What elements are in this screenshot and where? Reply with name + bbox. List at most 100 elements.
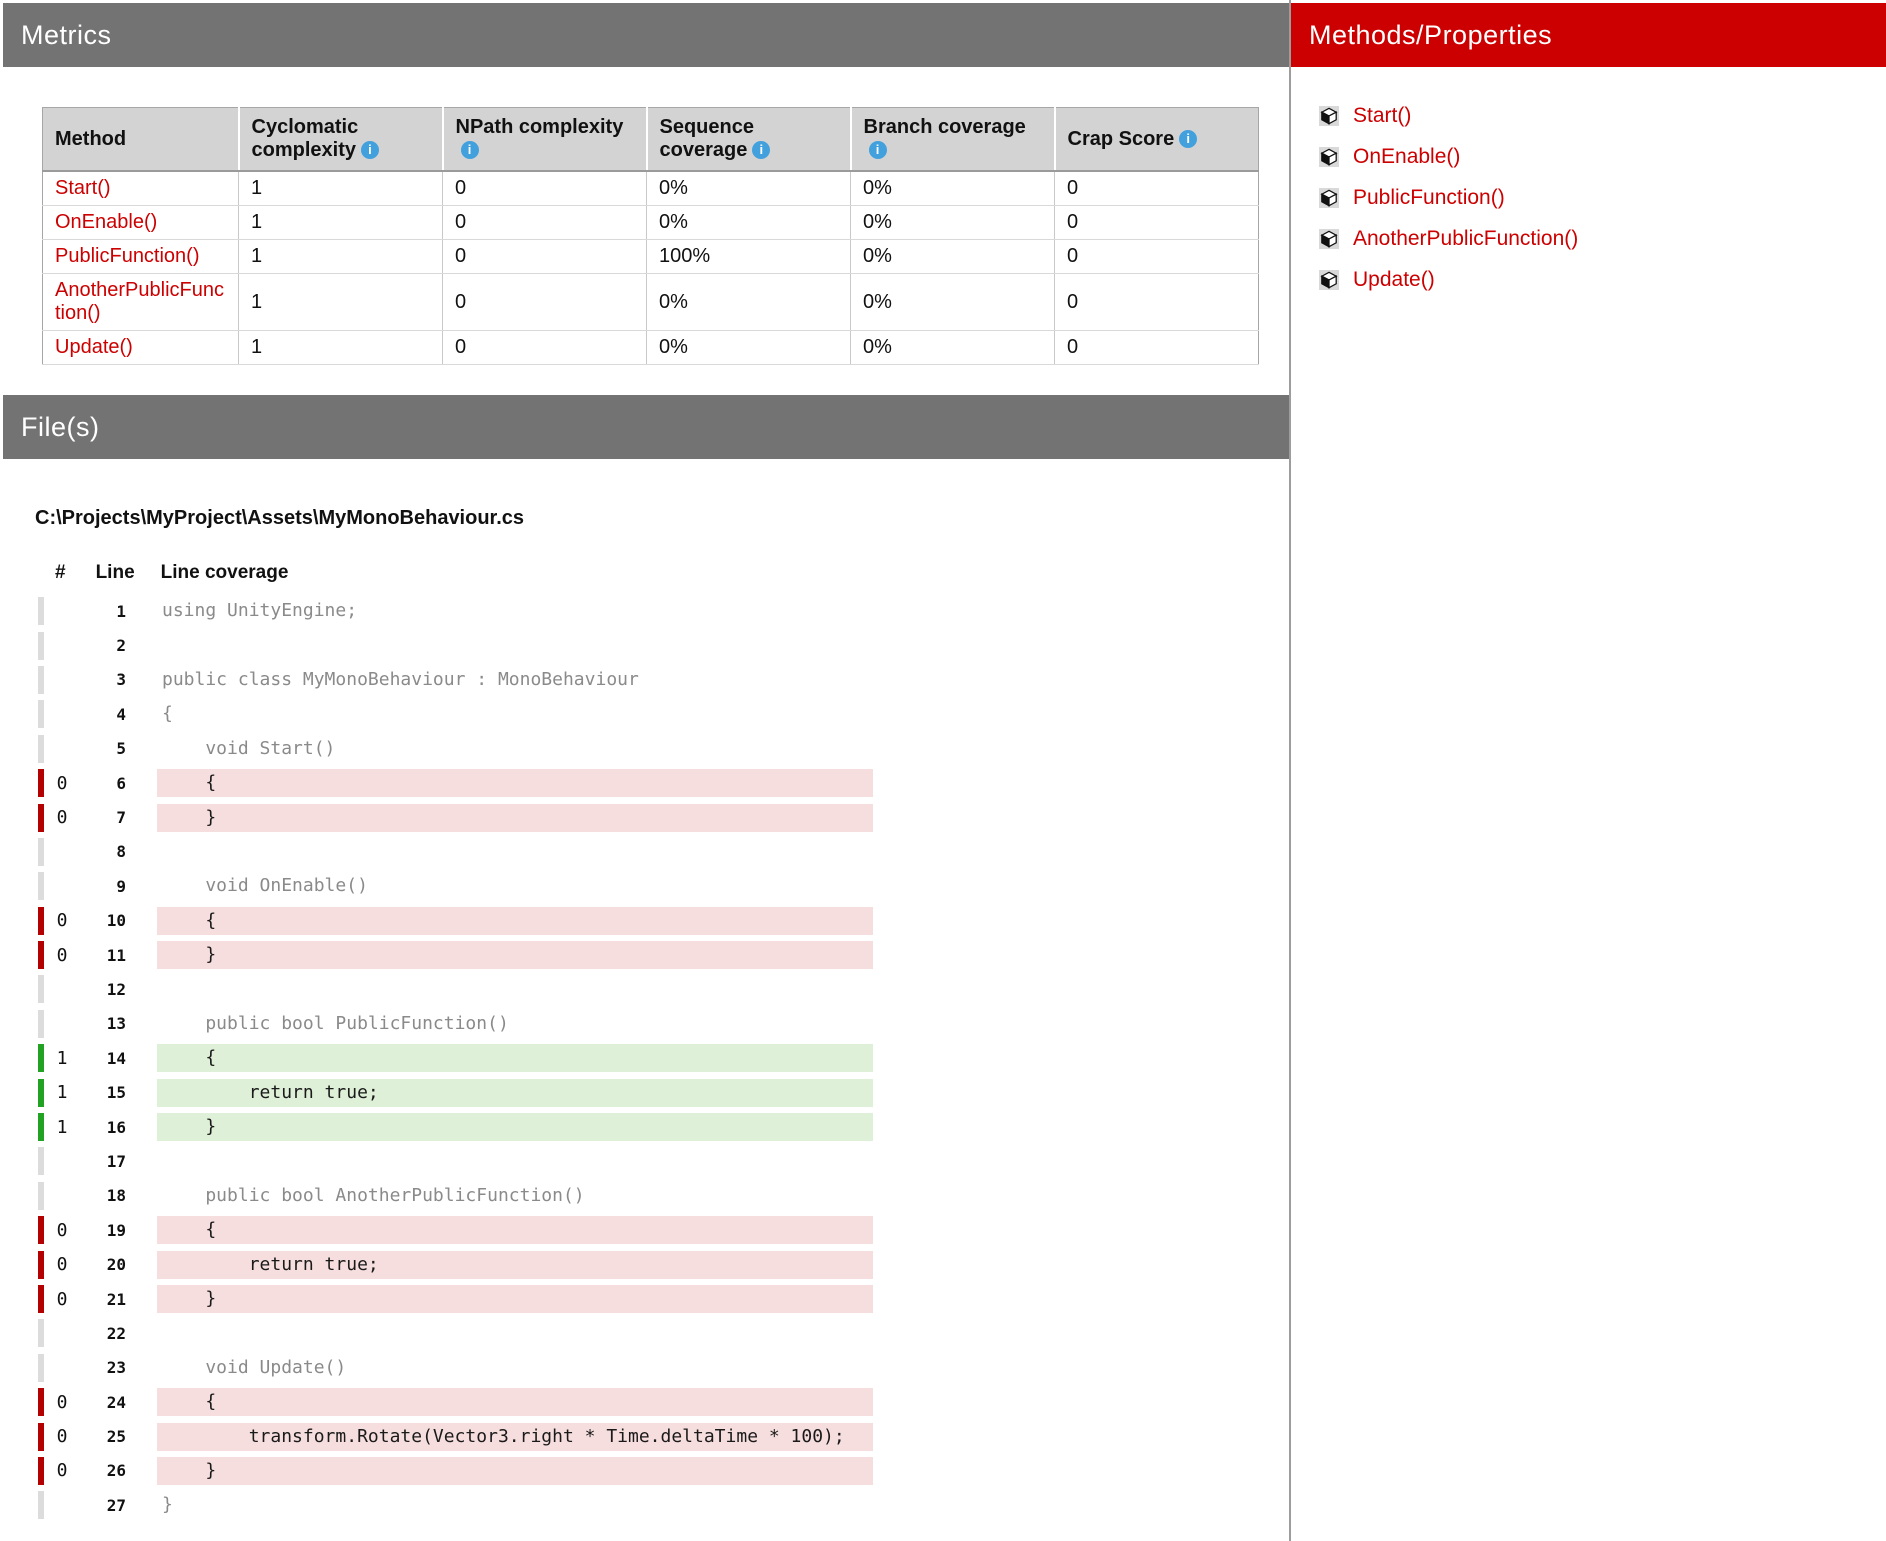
line-number: 5 bbox=[80, 739, 126, 758]
metrics-table-row: OnEnable()100%0%0 bbox=[43, 206, 1259, 240]
metrics-col-header: Branch coverage i bbox=[851, 108, 1055, 172]
code-text: void Start() bbox=[157, 735, 873, 763]
code-line-row: 8 bbox=[35, 835, 1289, 869]
code-text: void OnEnable() bbox=[157, 872, 873, 900]
methods-properties-list: Start() OnEnable() PublicFunction() Anot… bbox=[1291, 95, 1886, 300]
files-section: C:\Projects\MyProject\Assets\MyMonoBehav… bbox=[0, 459, 1289, 1523]
cube-icon bbox=[1319, 270, 1339, 290]
methods-properties-title: Methods/Properties bbox=[1309, 20, 1552, 50]
code-text: } bbox=[157, 1491, 873, 1519]
code-line-row: 026 } bbox=[35, 1454, 1289, 1488]
code-text: void Update() bbox=[157, 1354, 873, 1382]
info-icon[interactable]: i bbox=[752, 141, 770, 159]
code-text: public bool AnotherPublicFunction() bbox=[157, 1182, 873, 1210]
metrics-table-row: Start()100%0%0 bbox=[43, 171, 1259, 206]
code-text: { bbox=[157, 1216, 873, 1244]
code-line-row: 011 } bbox=[35, 938, 1289, 972]
code-line-row: 22 bbox=[35, 1316, 1289, 1350]
line-number: 19 bbox=[80, 1221, 126, 1240]
info-icon[interactable]: i bbox=[869, 141, 887, 159]
method-link[interactable]: OnEnable() bbox=[55, 211, 157, 233]
metrics-col-label: NPath complexity bbox=[456, 116, 624, 138]
code-text: return true; bbox=[157, 1079, 873, 1107]
col-header-line: Line bbox=[96, 562, 135, 584]
line-number: 27 bbox=[80, 1496, 126, 1515]
metrics-table-body: Start()100%0%0OnEnable()100%0%0PublicFun… bbox=[43, 171, 1259, 365]
metric-value-cell: 0 bbox=[1055, 206, 1259, 240]
line-number: 15 bbox=[80, 1083, 126, 1102]
metric-value-cell: 1 bbox=[239, 274, 443, 331]
code-text: } bbox=[157, 1285, 873, 1313]
code-line-row: 116 } bbox=[35, 1110, 1289, 1144]
code-text bbox=[157, 632, 873, 660]
method-link[interactable]: Start() bbox=[55, 177, 111, 199]
method-link[interactable]: AnotherPublicFunction() bbox=[1353, 227, 1578, 251]
metrics-col-header: Method bbox=[43, 108, 239, 172]
coverage-indicator-bar bbox=[38, 700, 44, 728]
metric-value-cell: 0% bbox=[647, 274, 851, 331]
files-section-header: File(s) bbox=[3, 395, 1289, 459]
metrics-col-header: NPath complexity i bbox=[443, 108, 647, 172]
line-number: 2 bbox=[80, 636, 126, 655]
code-line-row: 12 bbox=[35, 972, 1289, 1006]
coverage-table-header: # Line Line coverage bbox=[35, 562, 1289, 584]
line-number: 7 bbox=[80, 808, 126, 827]
coverage-indicator-bar bbox=[38, 1182, 44, 1210]
metrics-section: MethodCyclomatic complexityiNPath comple… bbox=[0, 67, 1289, 365]
code-line-row: 020 return true; bbox=[35, 1247, 1289, 1281]
line-number: 11 bbox=[80, 946, 126, 965]
metrics-table: MethodCyclomatic complexityiNPath comple… bbox=[42, 107, 1259, 365]
code-line-row: 2 bbox=[35, 628, 1289, 662]
method-link[interactable]: PublicFunction() bbox=[1353, 186, 1505, 210]
method-list-item: OnEnable() bbox=[1319, 136, 1886, 177]
hit-count: 1 bbox=[44, 1048, 80, 1069]
code-line-row: 115 return true; bbox=[35, 1075, 1289, 1109]
info-icon[interactable]: i bbox=[361, 141, 379, 159]
code-line-row: 019 { bbox=[35, 1213, 1289, 1247]
method-link[interactable]: AnotherPublicFunction() bbox=[55, 279, 224, 324]
main-column: Metrics MethodCyclomatic complexityiNPat… bbox=[0, 0, 1289, 1523]
line-number: 18 bbox=[80, 1186, 126, 1205]
line-number: 26 bbox=[80, 1461, 126, 1480]
code-text: { bbox=[157, 1388, 873, 1416]
metric-value-cell: 1 bbox=[239, 206, 443, 240]
metrics-col-label: Branch coverage bbox=[864, 116, 1026, 138]
hit-count: 0 bbox=[44, 1254, 80, 1275]
info-icon[interactable]: i bbox=[461, 141, 479, 159]
line-number: 23 bbox=[80, 1358, 126, 1377]
method-link[interactable]: OnEnable() bbox=[1353, 145, 1460, 169]
method-link[interactable]: PublicFunction() bbox=[55, 245, 200, 267]
coverage-indicator-bar bbox=[38, 872, 44, 900]
code-line-row: 5 void Start() bbox=[35, 732, 1289, 766]
coverage-report-page: Metrics MethodCyclomatic complexityiNPat… bbox=[0, 0, 1886, 1541]
code-text: } bbox=[157, 1113, 873, 1141]
metrics-table-row: AnotherPublicFunction()100%0%0 bbox=[43, 274, 1259, 331]
line-number: 6 bbox=[80, 774, 126, 793]
metric-value-cell: 100% bbox=[647, 240, 851, 274]
file-path: C:\Projects\MyProject\Assets\MyMonoBehav… bbox=[35, 507, 1289, 530]
line-number: 3 bbox=[80, 670, 126, 689]
code-line-row: 23 void Update() bbox=[35, 1351, 1289, 1385]
metric-value-cell: 0% bbox=[851, 240, 1055, 274]
cube-icon bbox=[1319, 106, 1339, 126]
method-link[interactable]: Start() bbox=[1353, 104, 1411, 128]
method-link[interactable]: Update() bbox=[55, 336, 133, 358]
hit-count: 0 bbox=[44, 945, 80, 966]
code-text bbox=[157, 1319, 873, 1347]
metrics-section-title: Metrics bbox=[21, 20, 112, 50]
line-number: 16 bbox=[80, 1118, 126, 1137]
method-link[interactable]: Update() bbox=[1353, 268, 1435, 292]
metric-value-cell: 0% bbox=[647, 206, 851, 240]
code-line-row: 27} bbox=[35, 1488, 1289, 1522]
line-number: 20 bbox=[80, 1255, 126, 1274]
cube-icon bbox=[1319, 147, 1339, 167]
cube-icon bbox=[1319, 188, 1339, 208]
metric-value-cell: 1 bbox=[239, 171, 443, 206]
line-number: 14 bbox=[80, 1049, 126, 1068]
metric-value-cell: 0% bbox=[851, 206, 1055, 240]
hit-count: 0 bbox=[44, 910, 80, 931]
code-line-row: 010 { bbox=[35, 904, 1289, 938]
method-list-item: Start() bbox=[1319, 95, 1886, 136]
coverage-indicator-bar bbox=[38, 1010, 44, 1038]
info-icon[interactable]: i bbox=[1179, 130, 1197, 148]
